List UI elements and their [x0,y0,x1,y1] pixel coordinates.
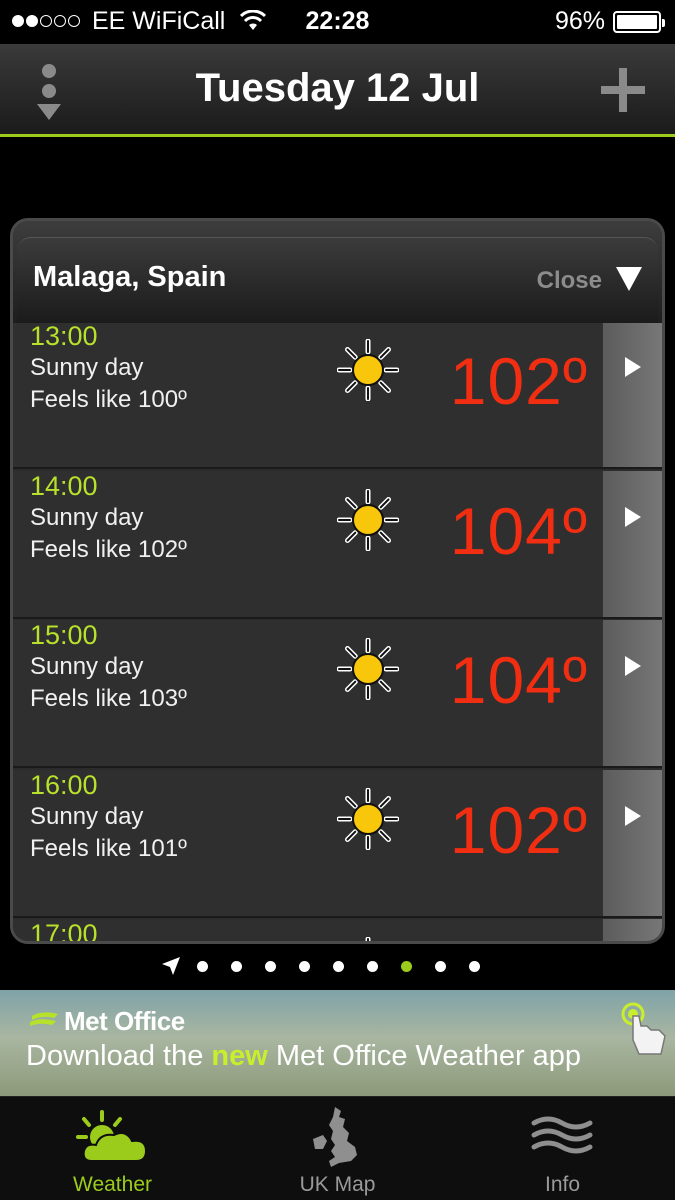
tagline-pre: Download the [26,1040,212,1072]
feels-like-text: Feels like 102º [30,536,187,563]
info-icon [531,1116,593,1154]
temperature-value: 104º [449,494,588,568]
forecast-card: Malaga, Spain Close 13:00 Sunny day Feels … [10,218,665,944]
tagline-post: Met Office Weather app [267,1040,582,1072]
forecast-row[interactable]: 15:00 Sunny day Feels like 103º 104º [13,620,662,768]
sun-icon [337,339,399,401]
temperature-value: 104º [449,643,588,717]
forecast-row[interactable]: 14:00 Sunny day Feels like 102º 104º [13,471,662,619]
weather-icon [76,1110,148,1162]
page-dot[interactable] [197,961,208,972]
tagline-highlight: new [211,1040,268,1072]
forecast-row[interactable]: 17:00 [13,919,662,943]
forecast-description: Sunny day [30,803,144,830]
forecast-row[interactable]: 16:00 Sunny day Feels like 101º 102º [13,770,662,918]
tap-hand-icon [621,1002,666,1055]
page-dot[interactable] [231,961,242,972]
temperature-value: 102º [449,344,588,418]
tab-uk-map[interactable]: UK Map [225,1097,450,1200]
forecast-description: Sunny day [30,354,144,381]
row-detail-button[interactable] [602,770,662,916]
row-detail-button[interactable] [602,323,662,467]
sun-icon [337,489,399,551]
battery-icon [613,11,665,33]
plus-icon[interactable] [601,68,645,112]
page-dot[interactable] [333,961,344,972]
feels-like-text: Feels like 100º [30,386,187,413]
hourly-forecast-list[interactable]: 13:00 Sunny day Feels like 100º 102º 14:00 Su… [13,323,662,943]
location-name: Malaga, Spain [33,261,227,293]
feels-like-text: Feels like 101º [30,835,187,862]
page-dot[interactable] [469,961,480,972]
page-dot[interactable] [367,961,378,972]
page-dot[interactable] [435,961,446,972]
banner-brand: Met Office [64,1006,185,1036]
row-detail-button[interactable] [602,620,662,766]
tab-weather[interactable]: Weather [0,1097,225,1200]
tab-label: Info [544,1173,581,1196]
play-arrow-icon [625,357,641,377]
banner-tagline: Download the new Met Office Weather app [26,1040,581,1073]
play-arrow-icon [625,507,641,527]
page-title: Tuesday 12 Jul [195,66,480,110]
location-pager[interactable] [0,950,675,982]
play-arrow-icon [625,656,641,676]
tab-label: Weather [73,1173,152,1196]
forecast-time: 17:00 [30,919,98,943]
temperature-value: 102º [449,793,588,867]
forecast-time: 16:00 [30,770,98,800]
sun-icon [337,788,399,850]
row-detail-button[interactable] [602,471,662,617]
tab-bar: Weather UK Map Info [0,1096,675,1200]
met-office-logo-icon [30,1012,58,1026]
sun-icon [365,937,371,941]
page-dot[interactable] [401,961,412,972]
collapse-triangle-icon[interactable] [616,267,642,291]
tab-label: UK Map [299,1173,376,1196]
location-bar[interactable]: Malaga, Spain Close [13,221,662,323]
forecast-time: 13:00 [30,323,98,351]
feels-like-text: Feels like 103º [30,685,187,712]
current-location-icon[interactable] [160,955,182,977]
tab-info[interactable]: Info [450,1097,675,1200]
sun-icon [337,638,399,700]
page-dot[interactable] [265,961,276,972]
status-bar: EE WiFiCall 22:28 96% [0,0,675,44]
forecast-description: Sunny day [30,653,144,680]
battery-percentage: 96% [554,7,605,35]
forecast-description: Sunny day [30,504,144,531]
close-button[interactable]: Close [537,267,602,295]
app-header: Tuesday 12 Jul [0,44,675,137]
forecast-time: 14:00 [30,471,98,501]
forecast-time: 15:00 [30,620,98,650]
page-dot[interactable] [299,961,310,972]
forecast-row[interactable]: 13:00 Sunny day Feels like 100º 102º [13,323,662,469]
play-arrow-icon [625,806,641,826]
row-detail-button[interactable] [602,919,662,941]
uk-map-icon [313,1107,357,1167]
ad-banner[interactable]: Met Office Download the new Met Office W… [0,990,675,1096]
